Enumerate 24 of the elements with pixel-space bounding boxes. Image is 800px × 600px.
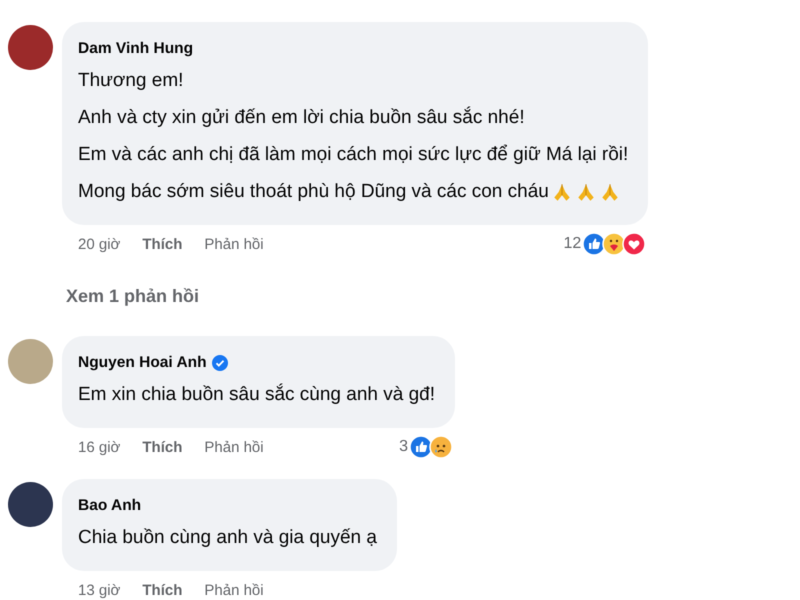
comment-text: Anh và cty xin gửi đến em lời chia buồn sâu sắc nhé! <box>78 106 525 128</box>
reply-link[interactable]: Phản hồi <box>204 582 264 598</box>
timestamp[interactable]: 16 giờ <box>78 438 120 456</box>
reply-link[interactable]: Phản hồi <box>204 438 264 456</box>
timestamp[interactable]: 13 giờ <box>78 582 120 598</box>
comment-text: Mong bác sớm siêu thoát phù hộ Dũng và các con cháu <box>78 180 549 202</box>
comment-text: Em xin chia buồn sâu sắc cùng anh và gđ! <box>78 384 436 406</box>
comment-text: Em và các anh chị đã làm mọi cách mọi sức lực để giữ Má lại rồi! <box>78 144 628 166</box>
author-name[interactable]: Bao Anh <box>78 497 142 515</box>
author-name[interactable]: Nguyen Hoai Anh <box>78 354 207 372</box>
avatar[interactable] <box>8 482 53 527</box>
like-link[interactable]: Thích <box>142 236 182 252</box>
reply-link[interactable]: Phản hồi <box>204 236 264 252</box>
sad-face-icon <box>429 435 454 459</box>
reaction-count[interactable]: 3 <box>399 438 408 456</box>
like-link[interactable]: Thích <box>142 438 182 456</box>
like-link[interactable]: Thích <box>142 582 182 598</box>
avatar[interactable] <box>8 25 53 70</box>
author-name[interactable]: Dam Vinh Hung <box>78 40 194 58</box>
view-replies-link[interactable]: Xem 1 phản hồi <box>66 286 648 307</box>
comment-text: Thương em! <box>78 70 184 92</box>
timestamp[interactable]: 20 giờ <box>78 236 120 252</box>
reaction-count[interactable]: 12 <box>564 235 582 253</box>
comment-text: Chia buồn cùng anh và gia quyến ạ <box>78 526 377 548</box>
